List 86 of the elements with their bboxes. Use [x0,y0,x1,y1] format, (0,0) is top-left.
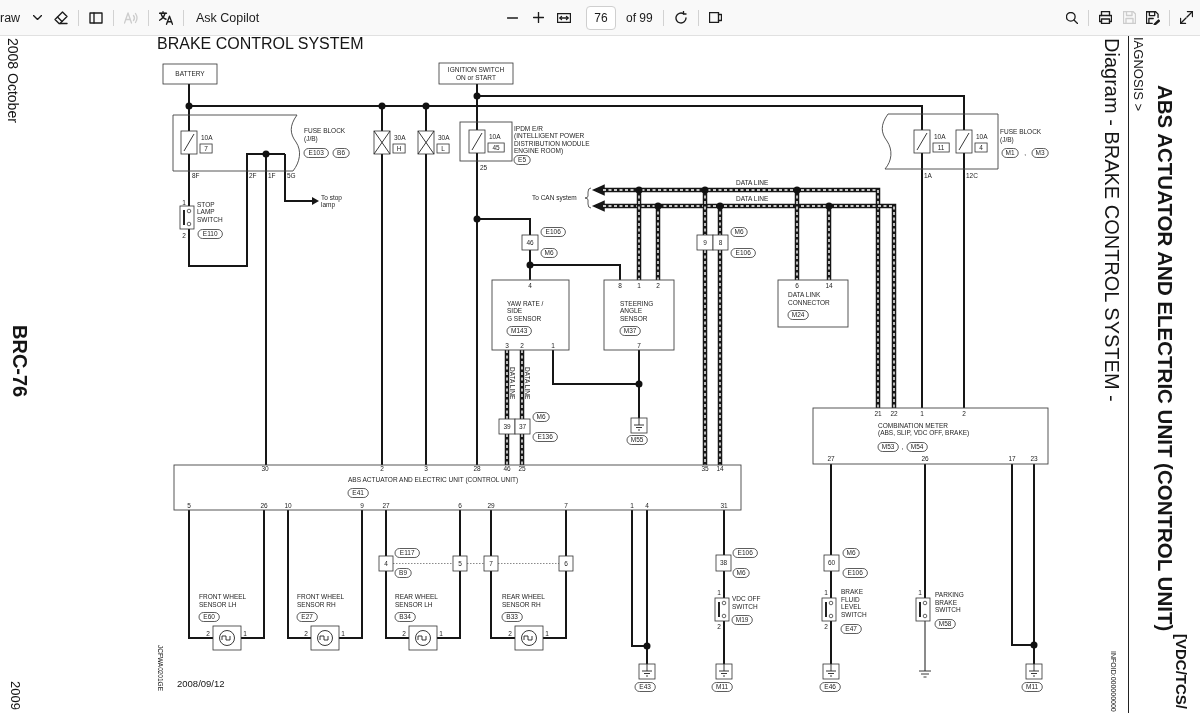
fusible-link-icon [417,130,435,155]
dotted-line [392,563,454,564]
eraser-icon [54,10,68,25]
fit-width-icon [557,12,571,23]
arrow-wire [284,153,319,205]
junction-dot-icon [654,202,662,210]
breadcrumb: IAGNOSIS > [1131,37,1146,112]
diagram-date: 2008/09/12 [177,678,225,689]
dotted-line [497,563,560,564]
page-subtitle: Diagram - BRAKE CONTROL SYSTEM - [1101,38,1123,402]
data-line [519,349,525,420]
dotted-line [466,563,485,564]
diagram-title: BRAKE CONTROL SYSTEM [157,36,364,52]
page-count: of 99 [626,10,653,25]
junction-dot-icon [643,642,651,650]
junction-dot-icon [635,186,643,194]
ground-icon [630,417,648,434]
expand-arrow-icon [1179,11,1193,24]
wire [490,509,492,557]
ground-icon [715,663,733,680]
junction-dot-icon [185,102,193,110]
translate-icon [159,10,173,25]
wire [723,570,725,599]
page-number-field[interactable]: 76 [586,5,616,30]
data-line [519,433,525,466]
junction-dot-icon [378,102,386,110]
rotate-icon [674,11,687,24]
read-aloud-icon [123,11,139,24]
sensor-icon [408,625,438,651]
margin-date: 2008 October [5,38,21,123]
fuse-icon [468,129,486,154]
switch-icon [821,597,837,622]
ground-icon [918,670,932,678]
fuse-icon [955,129,973,154]
junction-dot-icon [825,202,833,210]
steering-angle-sensor-box [603,279,675,351]
sensor-icon [514,625,544,651]
switch-icon [714,597,730,622]
fuse-icon [180,130,198,155]
junction-dot-icon [793,186,801,194]
wire [723,620,725,665]
minus-icon [506,16,518,19]
wire [830,570,832,599]
caret-icon [33,15,42,20]
junction-dot-icon [716,202,724,210]
sidebar-icon [89,11,103,24]
ipdm-box [459,121,513,162]
fuse-icon [913,129,931,154]
page-view-icon [709,12,723,23]
junction-dot-icon [262,150,270,158]
ground-icon [638,663,656,680]
data-link-connector-box [777,279,849,328]
draw-button[interactable]: raw [0,3,46,32]
fusible-link-icon [373,130,391,155]
junction-dot-icon [701,186,709,194]
section-title: ABS ACTUATOR AND ELECTRIC UNIT (CONTROL UNIT) [1154,85,1177,632]
wire [436,570,461,639]
floppy-pen-icon [1146,10,1160,25]
brace-icon [584,187,592,209]
junction-dot-icon [422,102,430,110]
junction-dot-icon [1030,641,1038,649]
junction-dot-icon [473,215,481,223]
switch-icon [179,205,195,230]
junction-dot-icon [473,92,481,100]
ground-icon [1025,663,1043,680]
ground-icon [822,663,840,680]
margin-year: 2009 [8,681,23,710]
data-line [504,349,510,420]
plus-icon [532,12,544,23]
wire [723,509,725,556]
ask-copilot-button[interactable]: Ask Copilot [189,3,267,32]
search-icon [1066,11,1078,24]
wire [385,509,387,557]
wire [565,509,567,557]
wire [924,620,926,672]
data-line [504,433,510,466]
junction-dot-icon [635,380,643,388]
sensor-icon [310,625,340,651]
switch-icon [915,597,931,622]
wire [459,509,461,557]
junction-dot-icon [526,261,534,269]
printer-icon [1098,11,1112,24]
sensor-icon [212,625,242,651]
section-tag: [VDC/TCS/ [1173,634,1190,709]
page-number: BRC-76 [9,325,31,398]
wire [830,620,832,665]
